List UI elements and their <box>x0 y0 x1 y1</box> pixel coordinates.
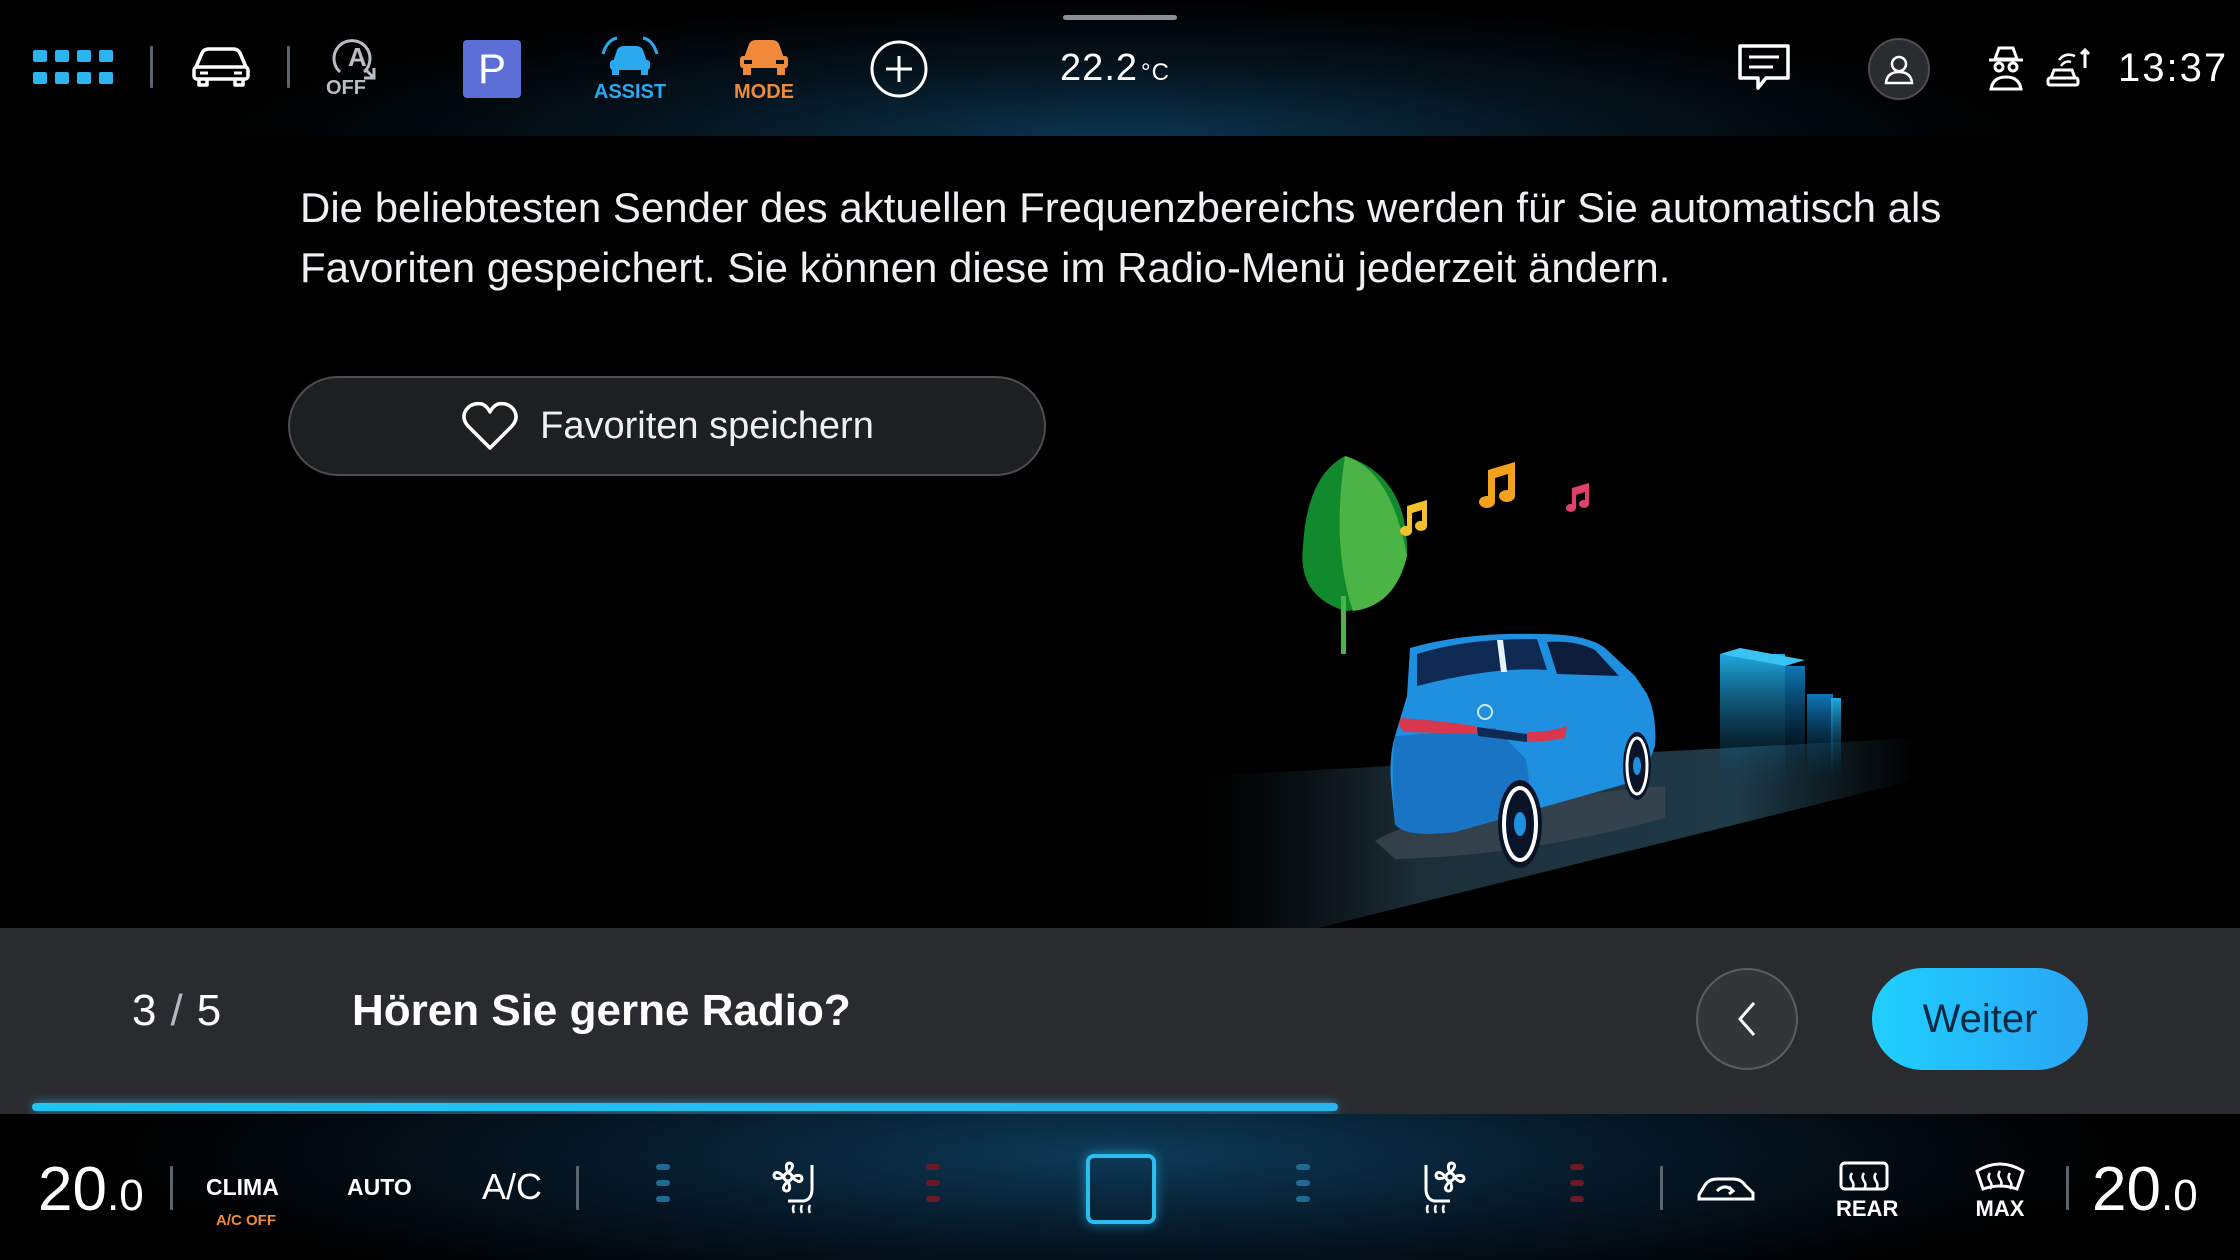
progress-bar <box>32 1103 1338 1111</box>
car-icon[interactable] <box>188 40 254 92</box>
climate-bar: 20.0 CLIMA A/C OFF AUTO A/C REAR MAX 20.… <box>0 1114 2240 1260</box>
divider <box>170 1166 173 1210</box>
left-seat-heat-indicator[interactable] <box>926 1164 940 1202</box>
auto-button[interactable]: AUTO <box>347 1174 412 1201</box>
step-title: Hören Sie gerne Radio? <box>352 986 851 1035</box>
passenger-temp-int: 20 <box>2092 1155 2161 1224</box>
music-note-icon <box>1479 462 1515 508</box>
chevron-left-icon <box>1738 1002 1756 1036</box>
save-favorites-button[interactable]: Favoriten speichern <box>288 376 1046 476</box>
right-seat-level-indicator[interactable] <box>1296 1164 1310 1202</box>
driver-temperature[interactable]: 20.0 <box>38 1154 144 1225</box>
step-description: Die beliebtesten Sender des aktuellen Fr… <box>300 184 1942 291</box>
divider <box>150 46 153 88</box>
messages-icon[interactable] <box>1734 40 1794 96</box>
drive-mode-button[interactable]: MODE <box>724 36 804 103</box>
ac-off-status: A/C OFF <box>216 1212 276 1229</box>
left-seat-ventilation-icon[interactable] <box>768 1158 828 1220</box>
max-defrost-label: MAX <box>1975 1196 2025 1221</box>
car-connectivity-icon[interactable] <box>2044 44 2092 92</box>
onboarding-card: Die beliebtesten Sender des aktuellen Fr… <box>0 136 2240 928</box>
right-seat-ventilation-icon[interactable] <box>1410 1158 1470 1220</box>
divider <box>576 1166 579 1210</box>
outside-temperature: 22.2 °C <box>1050 40 1180 96</box>
recirculation-icon[interactable] <box>1694 1168 1758 1208</box>
user-icon <box>1884 55 1914 85</box>
radio-car-illustration <box>1205 456 1915 928</box>
clima-button[interactable]: CLIMA <box>206 1174 279 1201</box>
heart-icon <box>462 401 518 450</box>
divider <box>2066 1166 2069 1210</box>
drive-mode-icon <box>740 40 788 75</box>
passenger-temperature[interactable]: 20.0 <box>2092 1154 2198 1225</box>
rear-defrost-label: REAR <box>1836 1196 1899 1221</box>
passenger-temp-dec: .0 <box>2160 1171 2198 1220</box>
right-seat-heat-indicator[interactable] <box>1570 1164 1584 1202</box>
wizard-footer: 3 / 5 Hören Sie gerne Radio? Weiter <box>0 928 2240 1114</box>
back-button[interactable] <box>1696 968 1798 1070</box>
outside-temp-value: 22.2 <box>1060 46 1139 89</box>
svg-text:A: A <box>348 42 367 72</box>
assist-label: ASSIST <box>593 81 667 103</box>
auto-hold-off-icon[interactable]: A OFF <box>322 38 392 100</box>
status-bar: A OFF P ASSIST MODE 22.2 °C 13:37 <box>0 0 2240 136</box>
clock: 13:37 <box>2118 45 2229 90</box>
add-shortcut-button[interactable] <box>868 38 930 100</box>
privacy-mode-icon[interactable] <box>1986 44 2026 92</box>
mode-label: MODE <box>734 81 794 103</box>
ac-button[interactable]: A/C <box>482 1166 542 1208</box>
driver-temp-dec: .0 <box>106 1171 144 1220</box>
auto-hold-label: OFF <box>326 77 366 99</box>
divider <box>287 46 290 88</box>
parking-button[interactable]: P <box>463 40 521 98</box>
assist-button[interactable]: ASSIST <box>590 36 670 103</box>
save-favorites-label: Favoriten speichern <box>540 404 874 447</box>
step-counter: 3 / 5 <box>132 986 221 1036</box>
max-defrost-icon[interactable] <box>1972 1158 2028 1198</box>
pull-down-handle[interactable] <box>1063 15 1177 20</box>
rear-defrost-icon[interactable] <box>1834 1158 1894 1198</box>
next-button[interactable]: Weiter <box>1872 968 2088 1070</box>
apps-grid-icon[interactable] <box>30 44 124 90</box>
assist-icon <box>601 36 659 75</box>
driver-temp-int: 20 <box>38 1155 107 1224</box>
plus-circle-icon <box>870 40 928 98</box>
left-seat-level-indicator[interactable] <box>656 1164 670 1202</box>
climate-menu-button[interactable] <box>1086 1154 1156 1224</box>
divider <box>1660 1166 1663 1210</box>
step-current: 3 <box>132 986 157 1035</box>
step-separator: / <box>170 986 183 1035</box>
step-total: 5 <box>196 986 222 1035</box>
user-profile-button[interactable] <box>1868 38 1930 100</box>
outside-temp-unit: °C <box>1141 59 1170 86</box>
